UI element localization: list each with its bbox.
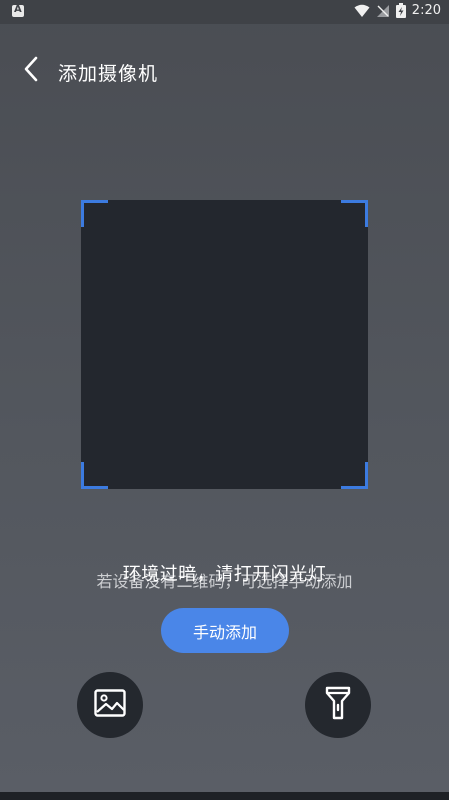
scan-corner-bottom-left	[81, 462, 108, 489]
flashlight-button[interactable]	[305, 672, 371, 738]
no-signal-icon	[376, 4, 390, 18]
app-notification-icon	[12, 4, 24, 17]
qr-scan-frame	[81, 200, 368, 489]
battery-charging-icon	[395, 3, 406, 18]
wifi-icon	[354, 4, 370, 18]
navigation-bar-strip	[0, 792, 449, 800]
scan-corner-top-left	[81, 200, 108, 227]
low-light-hint: 环境过暗，请打开闪光灯	[122, 564, 327, 585]
status-bar: 2:20	[0, 0, 449, 24]
header: 添加摄像机	[0, 50, 449, 94]
scan-corner-top-right	[341, 200, 368, 227]
gallery-button[interactable]	[77, 672, 143, 738]
scan-corner-bottom-right	[341, 462, 368, 489]
flashlight-icon	[325, 686, 351, 724]
page-title: 添加摄像机	[58, 63, 159, 85]
manual-add-button[interactable]: 手动添加	[161, 608, 289, 653]
chevron-left-icon	[23, 56, 39, 86]
image-icon	[94, 689, 126, 721]
back-button[interactable]	[16, 56, 46, 86]
status-right: 2:20	[354, 3, 441, 18]
status-time: 2:20	[411, 3, 441, 18]
